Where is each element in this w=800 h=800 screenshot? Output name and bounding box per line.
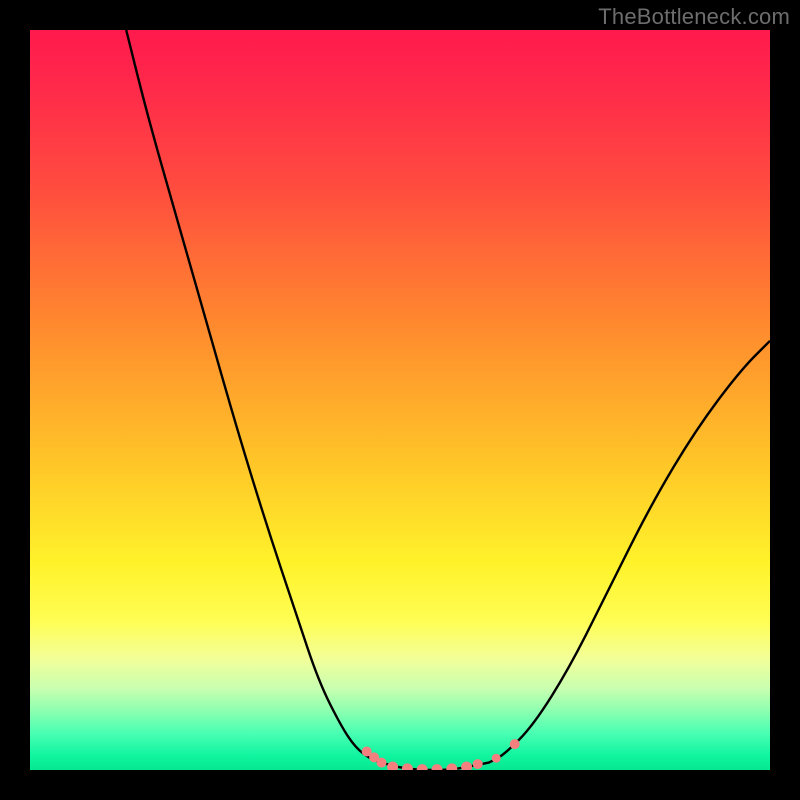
plot-area (30, 30, 770, 770)
trough-marker (510, 739, 520, 749)
trough-marker (432, 764, 443, 770)
bottleneck-curve (126, 30, 770, 770)
trough-marker-group (362, 739, 520, 770)
trough-marker (417, 764, 428, 770)
trough-marker (387, 762, 398, 771)
trough-marker (402, 763, 413, 770)
curve-svg (30, 30, 770, 770)
trough-marker (461, 762, 472, 771)
trough-marker (377, 758, 387, 768)
trough-marker (473, 759, 483, 769)
watermark-text: TheBottleneck.com (598, 4, 790, 30)
chart-frame: TheBottleneck.com (0, 0, 800, 800)
trough-marker (492, 754, 501, 763)
trough-marker (446, 763, 457, 770)
